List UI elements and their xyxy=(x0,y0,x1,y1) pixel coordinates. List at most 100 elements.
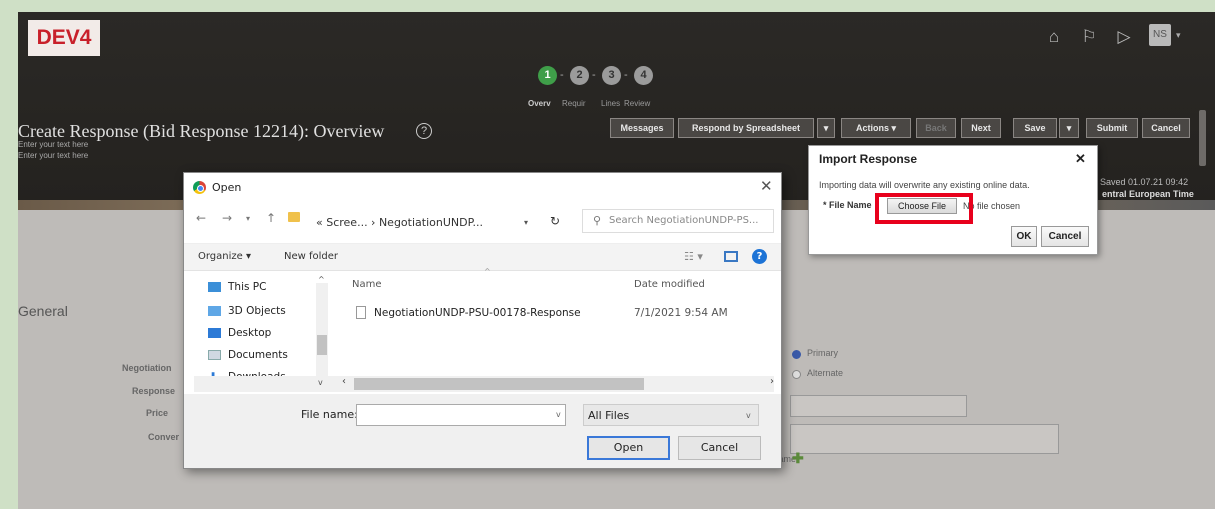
folder-icon xyxy=(288,212,300,222)
chevron-down-icon[interactable]: ▾ xyxy=(1176,30,1181,41)
respond-by-spreadsheet-button[interactable]: Respond by Spreadsheet xyxy=(678,118,814,138)
avatar[interactable]: NS xyxy=(1149,24,1171,46)
submit-button[interactable]: Submit xyxy=(1086,118,1138,138)
file-name-input[interactable] xyxy=(356,404,566,426)
file-list: ^ Name Date modified NegotiationUNDP-PSU… xyxy=(336,267,781,391)
cancel-button[interactable]: Cancel xyxy=(678,436,761,460)
form-label-price: Price xyxy=(146,408,169,418)
close-icon[interactable]: ✕ xyxy=(760,177,773,195)
text-field[interactable] xyxy=(790,395,967,417)
chrome-icon xyxy=(193,181,206,194)
column-header-date-modified[interactable]: Date modified xyxy=(634,279,705,290)
up-arrow-icon[interactable]: ↑ xyxy=(266,211,276,225)
scroll-left-icon[interactable]: ‹ xyxy=(342,376,346,387)
chevron-down-icon[interactable]: ▾ xyxy=(524,218,528,227)
form-label-negotiation: Negotiation xyxy=(122,363,172,373)
app-logo[interactable]: DEV4 xyxy=(28,20,100,56)
timezone-label: entral European Time xyxy=(1102,189,1194,199)
nav-item-label: Desktop xyxy=(228,327,272,339)
cancel-button[interactable]: Cancel xyxy=(1142,118,1190,138)
chevron-down-icon[interactable]: v xyxy=(556,410,561,419)
file-row[interactable]: NegotiationUNDP-PSU-00178-Response 7/1/2… xyxy=(352,303,772,325)
help-icon[interactable]: ? xyxy=(752,249,767,264)
train-label-review: Review xyxy=(624,99,651,108)
primary-radio[interactable] xyxy=(792,350,801,359)
train-stop-4[interactable]: 4 xyxy=(634,66,653,85)
train-label-overview: Overv xyxy=(528,99,551,108)
column-header-name[interactable]: Name xyxy=(352,279,382,290)
add-icon[interactable]: ✚ xyxy=(792,450,804,467)
actions-button[interactable]: Actions ▾ xyxy=(841,118,911,138)
preview-pane-icon[interactable] xyxy=(724,251,738,262)
actions-label: Actions xyxy=(855,123,889,133)
ok-button[interactable]: OK xyxy=(1011,226,1037,247)
file-type-select[interactable]: All Files v xyxy=(583,404,759,426)
file-name-label: File name: xyxy=(301,408,358,421)
new-folder-button[interactable]: New folder xyxy=(284,251,338,262)
desktop-icon xyxy=(208,328,221,338)
section-heading: General xyxy=(18,303,68,319)
chevron-down-icon: v xyxy=(746,411,751,420)
nav-item-label: This PC xyxy=(228,281,267,293)
computer-icon xyxy=(208,282,221,292)
train-stop-2[interactable]: 2 xyxy=(570,66,589,85)
close-icon[interactable]: ✕ xyxy=(1075,151,1086,167)
file-date: 7/1/2021 9:54 AM xyxy=(634,307,728,319)
train-connector: - xyxy=(624,69,628,81)
instruction-text: Enter your text here xyxy=(18,151,89,160)
nav-scrollbar[interactable] xyxy=(316,283,328,383)
navigation-pane: This PC 3D Objects Desktop Documents ⬇ D… xyxy=(194,273,334,391)
train-stop-3[interactable]: 3 xyxy=(602,66,621,85)
play-icon[interactable]: ▷ xyxy=(1113,26,1135,48)
nav-scrollbar-thumb[interactable] xyxy=(317,335,327,355)
train-label-lines: Lines xyxy=(601,99,621,108)
train-connector: - xyxy=(592,69,596,81)
next-button[interactable]: Next xyxy=(961,118,1001,138)
text-area[interactable] xyxy=(790,424,1059,454)
highlight-box xyxy=(875,193,973,224)
home-icon[interactable]: ⌂ xyxy=(1043,26,1065,48)
dialog-title: Import Response xyxy=(819,152,918,166)
form-label-response: Response xyxy=(132,386,176,396)
instruction-text: Enter your text here xyxy=(18,140,89,149)
scrollbar-thumb[interactable] xyxy=(354,378,644,390)
train-stop-1[interactable]: 1 xyxy=(538,66,557,85)
chevron-down-icon[interactable]: v xyxy=(318,378,323,387)
import-warning-text: Importing data will overwrite any existi… xyxy=(819,180,1030,190)
scroll-right-icon[interactable]: › xyxy=(770,376,774,387)
back-arrow-icon[interactable]: ← xyxy=(196,211,206,225)
save-button[interactable]: Save xyxy=(1013,118,1057,138)
open-button[interactable]: Open xyxy=(587,436,670,460)
breadcrumb[interactable]: « Scree... › NegotiationUNDP... xyxy=(316,212,524,234)
file-icon xyxy=(356,306,366,319)
organize-button[interactable]: Organize ▾ xyxy=(198,251,251,262)
nav-item-label: 3D Objects xyxy=(228,305,286,317)
train-connector: - xyxy=(560,69,564,81)
forward-arrow-icon[interactable]: → xyxy=(222,211,232,225)
view-options-icon[interactable]: ☷ ▾ xyxy=(684,250,703,263)
open-file-dialog: Open ✕ ← → ▾ ↑ « Scree... › NegotiationU… xyxy=(183,172,782,469)
train-label-requirements: Requir xyxy=(562,99,586,108)
alternate-radio[interactable] xyxy=(792,370,801,379)
flag-icon[interactable]: ⚐ xyxy=(1078,26,1100,48)
search-icon: ⚲ xyxy=(593,214,602,227)
search-input[interactable]: ⚲ Search NegotiationUNDP-PS... xyxy=(582,209,774,233)
spreadsheet-menu-button[interactable]: ▾ xyxy=(817,118,835,138)
scroll-up-icon[interactable]: ^ xyxy=(318,275,325,284)
dialog-toolbar: Organize ▾ New folder ☷ ▾ ? xyxy=(184,243,781,271)
sort-indicator-icon: ^ xyxy=(484,267,491,276)
chevron-down-icon[interactable]: ▾ xyxy=(246,214,250,223)
messages-button[interactable]: Messages xyxy=(610,118,674,138)
3d-objects-icon xyxy=(208,306,221,316)
dialog-cancel-button[interactable]: Cancel xyxy=(1041,226,1089,247)
help-icon[interactable]: ? xyxy=(416,123,432,139)
page-title: Create Response (Bid Response 12214): Ov… xyxy=(18,121,385,141)
scrollbar[interactable] xyxy=(1199,110,1206,166)
search-placeholder: Search NegotiationUNDP-PS... xyxy=(609,215,759,226)
back-button[interactable]: Back xyxy=(916,118,956,138)
saved-timestamp: Saved 01.07.21 09:42 xyxy=(1100,177,1189,187)
save-menu-button[interactable]: ▾ xyxy=(1059,118,1079,138)
refresh-icon[interactable]: ↻ xyxy=(550,214,560,228)
dialog-titlebar: Open ✕ xyxy=(184,173,781,201)
horizontal-scrollbar[interactable]: ‹ › xyxy=(194,376,774,392)
